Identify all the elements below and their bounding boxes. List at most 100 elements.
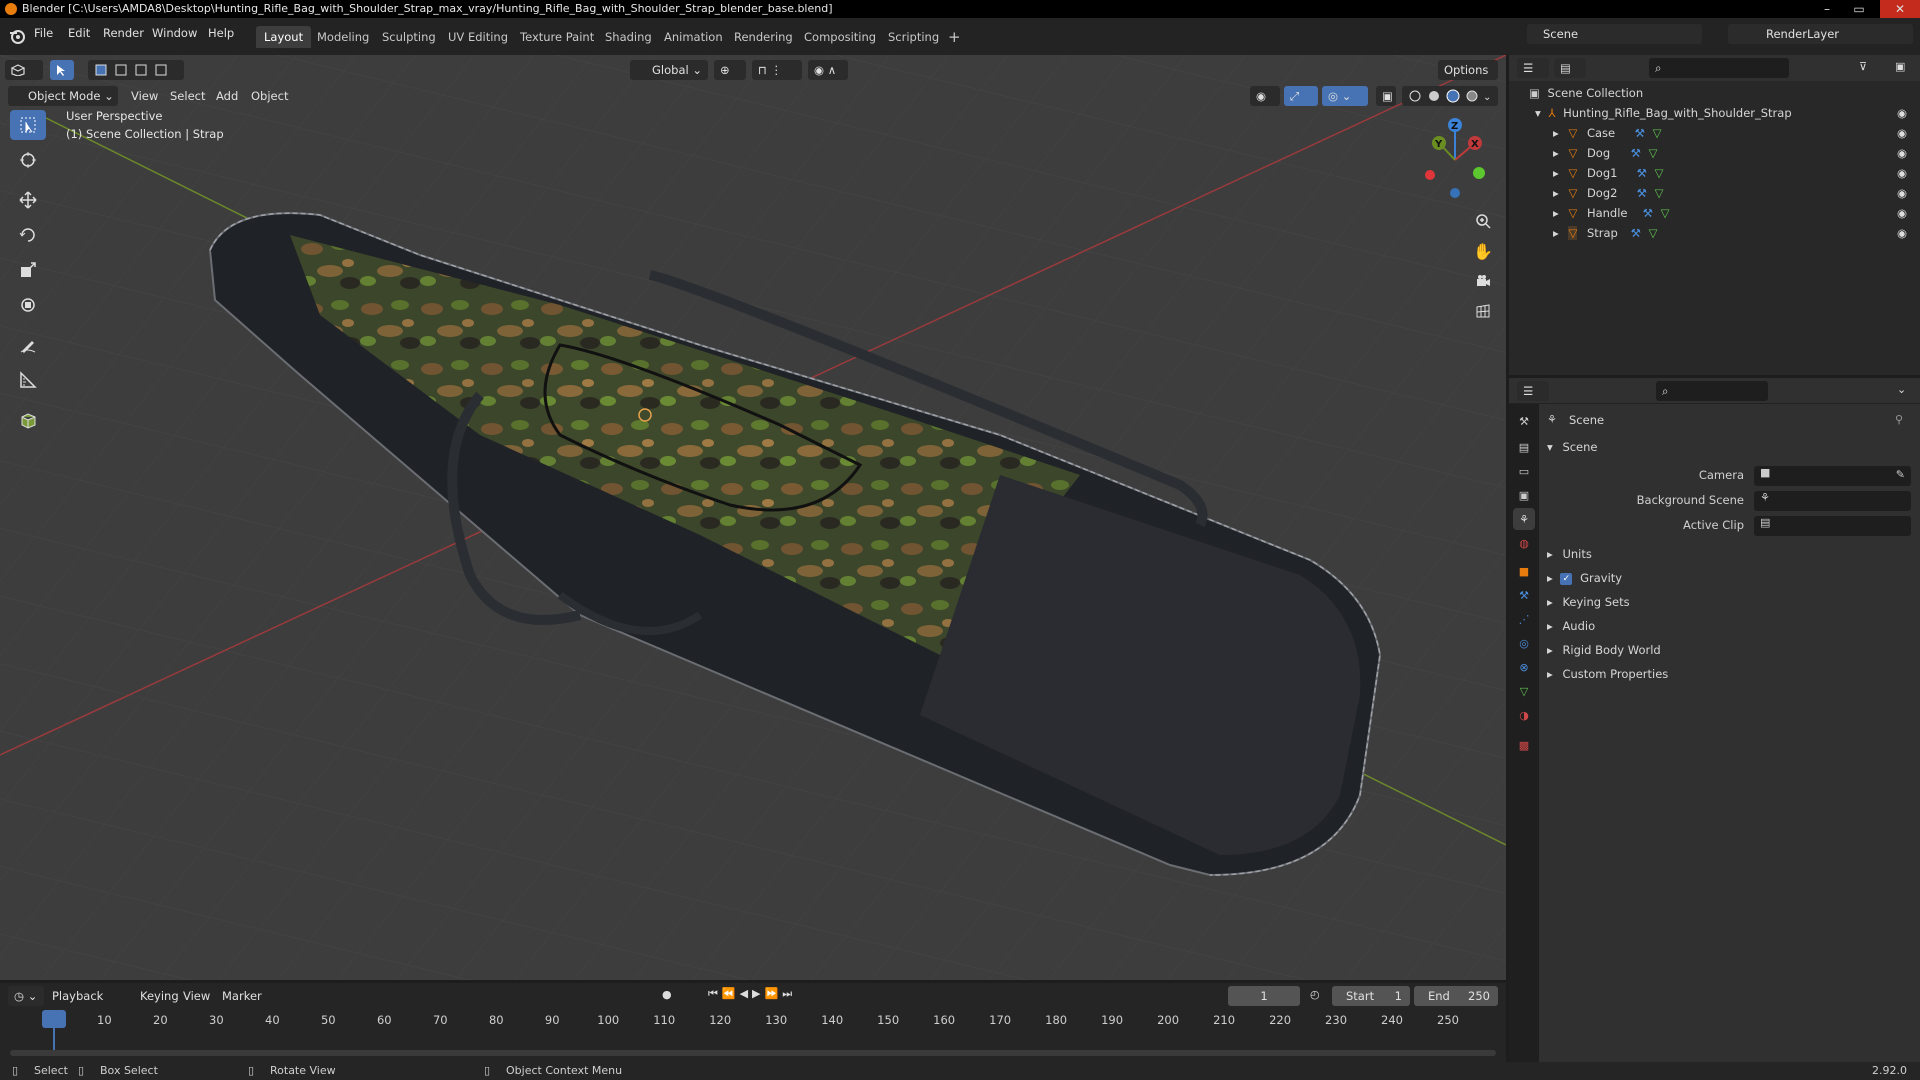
- expand-arrow-icon[interactable]: ▸: [1553, 186, 1559, 200]
- keying-sets-panel-header[interactable]: ▸ Keying Sets: [1547, 591, 1630, 613]
- visibility-eye-icon[interactable]: ◉: [1897, 163, 1907, 183]
- outliner-scene-collection[interactable]: ▣ Scene Collection: [1509, 83, 1920, 103]
- tab-constraints[interactable]: ⊗: [1513, 656, 1535, 678]
- gizmo-toggle[interactable]: ⤢: [1284, 86, 1318, 106]
- tab-shading[interactable]: Shading: [597, 26, 660, 48]
- visibility-eye-icon[interactable]: ◉: [1897, 123, 1907, 143]
- select-mode-buttons[interactable]: [88, 60, 184, 80]
- overlays-toggle[interactable]: ◎ ⌄: [1322, 86, 1368, 106]
- maximize-button[interactable]: ▭: [1844, 0, 1874, 18]
- expand-arrow-icon[interactable]: ▸: [1553, 126, 1559, 140]
- camera-field[interactable]: ■ ✎: [1754, 466, 1911, 486]
- visibility-eye-icon[interactable]: ◉: [1897, 143, 1907, 163]
- display-mode-dropdown[interactable]: ▤: [1554, 58, 1586, 78]
- tab-animation[interactable]: Animation: [656, 26, 731, 48]
- expand-arrow-icon[interactable]: ▸: [1553, 166, 1559, 180]
- navigation-gizmo[interactable]: Z X Y: [1415, 115, 1495, 205]
- tab-modifiers[interactable]: ⚒: [1513, 584, 1535, 606]
- minimize-button[interactable]: –: [1812, 0, 1842, 18]
- tab-tool[interactable]: ⚒: [1513, 410, 1535, 432]
- tab-uv-editing[interactable]: UV Editing: [440, 26, 516, 48]
- ortho-toggle-button[interactable]: [1470, 298, 1496, 324]
- scene-selector[interactable]: Scene: [1527, 24, 1702, 44]
- camera-view-button[interactable]: [1470, 268, 1496, 294]
- units-panel-header[interactable]: ▸ Units: [1547, 543, 1592, 565]
- pan-view-button[interactable]: ✋: [1470, 238, 1496, 264]
- viewport-menu-object[interactable]: Object: [251, 86, 288, 106]
- playhead[interactable]: [42, 1010, 66, 1028]
- menu-window[interactable]: Window: [152, 26, 197, 40]
- tab-sculpting[interactable]: Sculpting: [374, 26, 444, 48]
- new-collection-icon[interactable]: ▣: [1895, 60, 1905, 73]
- 3d-viewport[interactable]: Global ⌄ ⊕ ⊓ ⋮ ◉ ∧ Options ⌄ Object Mode…: [0, 55, 1506, 980]
- tab-texture-paint[interactable]: Texture Paint: [512, 26, 602, 48]
- transform-tool[interactable]: [10, 290, 46, 320]
- transform-orientation-dropdown[interactable]: Global ⌄: [630, 60, 708, 80]
- viewport-menu-view[interactable]: View: [131, 86, 158, 106]
- viewport-menu-select[interactable]: Select: [170, 86, 205, 106]
- active-clip-field[interactable]: ▤: [1754, 516, 1911, 536]
- outliner-object-row[interactable]: ▸ ▽ Dog2 ⚒ ▽ ◉: [1509, 183, 1920, 203]
- outliner-search-input[interactable]: ⌕: [1649, 58, 1789, 78]
- properties-editor-type[interactable]: ☰: [1517, 381, 1549, 401]
- tab-render[interactable]: ▤: [1513, 436, 1535, 458]
- tab-texture[interactable]: ▩: [1513, 734, 1535, 756]
- outliner-collection-row[interactable]: ▾ ⅄ Hunting_Rifle_Bag_with_Shoulder_Stra…: [1509, 103, 1920, 123]
- annotate-tool[interactable]: [10, 330, 46, 360]
- collapse-arrow-icon[interactable]: ▾: [1535, 106, 1541, 120]
- scale-tool[interactable]: [10, 255, 46, 285]
- visibility-eye-icon[interactable]: ◉: [1897, 103, 1907, 123]
- outliner-object-row[interactable]: ▸ ▽ Dog1 ⚒ ▽ ◉: [1509, 163, 1920, 183]
- blender-menu-icon[interactable]: [8, 27, 26, 45]
- tab-output[interactable]: ▭: [1513, 460, 1535, 482]
- menu-file[interactable]: File: [34, 26, 53, 40]
- chevron-down-icon[interactable]: ⌄: [1897, 383, 1906, 396]
- rigid-body-panel-header[interactable]: ▸ Rigid Body World: [1547, 639, 1661, 661]
- view-layer-selector[interactable]: RenderLayer: [1728, 24, 1913, 44]
- menu-help[interactable]: Help: [208, 26, 234, 40]
- pivot-dropdown[interactable]: ⊕: [714, 60, 746, 80]
- tab-world[interactable]: ◍: [1513, 532, 1535, 554]
- add-workspace-button[interactable]: +: [940, 26, 969, 48]
- rotate-tool[interactable]: [10, 220, 46, 250]
- editor-type-button[interactable]: [5, 60, 43, 80]
- pin-icon[interactable]: ⚲: [1895, 413, 1903, 426]
- proportional-edit-dropdown[interactable]: ◉ ∧: [808, 60, 848, 80]
- tab-scripting[interactable]: Scripting: [880, 26, 947, 48]
- visibility-eye-icon[interactable]: ◉: [1897, 203, 1907, 223]
- measure-tool[interactable]: [10, 365, 46, 395]
- eyedropper-icon[interactable]: ✎: [1896, 468, 1905, 481]
- move-tool[interactable]: [10, 185, 46, 215]
- tab-scene[interactable]: ⚘: [1513, 508, 1535, 530]
- timeline-scrollbar[interactable]: [10, 1050, 1496, 1056]
- outliner-object-row[interactable]: ▸ ▽ Handle ⚒ ▽ ◉: [1509, 203, 1920, 223]
- tab-particles[interactable]: ⋰: [1513, 608, 1535, 630]
- expand-arrow-icon[interactable]: ▸: [1553, 206, 1559, 220]
- outliner-editor-type[interactable]: ☰: [1517, 58, 1549, 78]
- audio-panel-header[interactable]: ▸ Audio: [1547, 615, 1595, 637]
- tab-modeling[interactable]: Modeling: [309, 26, 377, 48]
- viewport-menu-add[interactable]: Add: [216, 86, 238, 106]
- visibility-eye-icon[interactable]: ◉: [1897, 223, 1907, 243]
- custom-properties-panel-header[interactable]: ▸ Custom Properties: [1547, 663, 1668, 685]
- outliner-object-row-active[interactable]: ▸ ▽ Strap ⚒ ▽ ◉: [1509, 223, 1920, 243]
- object-mode-dropdown[interactable]: Object Mode ⌄: [8, 86, 118, 106]
- tab-compositing[interactable]: Compositing: [796, 26, 884, 48]
- gravity-checkbox[interactable]: ✓: [1560, 572, 1573, 585]
- tab-view-layer[interactable]: ▣: [1513, 484, 1535, 506]
- close-button[interactable]: ✕: [1880, 0, 1920, 18]
- xray-toggle[interactable]: ▣: [1376, 86, 1396, 106]
- tab-object[interactable]: ■: [1513, 560, 1535, 582]
- zoom-view-button[interactable]: [1470, 208, 1496, 234]
- select-tool-toggle[interactable]: [50, 60, 74, 80]
- tab-rendering[interactable]: Rendering: [726, 26, 801, 48]
- tab-layout[interactable]: Layout: [256, 26, 312, 48]
- tab-material[interactable]: ◑: [1513, 704, 1535, 726]
- expand-arrow-icon[interactable]: ▸: [1553, 226, 1559, 240]
- cursor-tool[interactable]: [10, 145, 46, 175]
- menu-render[interactable]: Render: [103, 26, 144, 40]
- visibility-eye-icon[interactable]: ◉: [1897, 183, 1907, 203]
- select-box-tool[interactable]: [10, 110, 46, 140]
- options-dropdown[interactable]: Options ⌄: [1438, 60, 1498, 97]
- menu-edit[interactable]: Edit: [68, 26, 90, 40]
